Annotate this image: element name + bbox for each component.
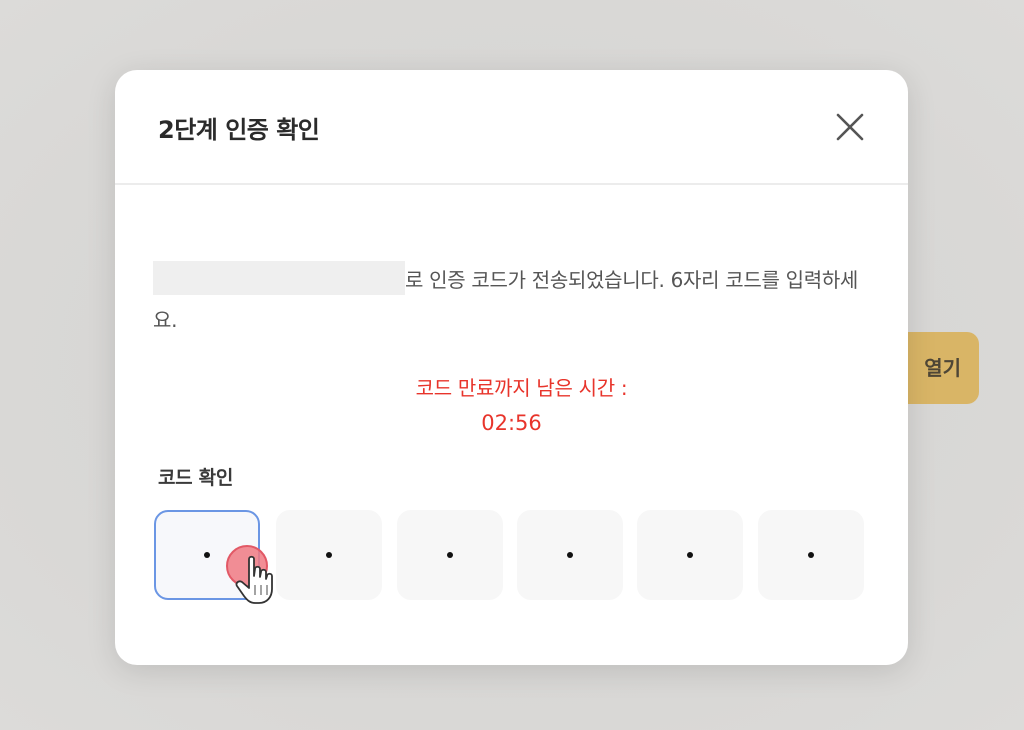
code-digit-3[interactable]	[397, 510, 503, 600]
digit-dot	[567, 552, 573, 558]
code-inputs	[154, 510, 866, 602]
digit-dot	[326, 552, 332, 558]
close-icon	[836, 113, 864, 141]
timer-value: 02:56	[481, 411, 542, 435]
code-digit-4[interactable]	[517, 510, 623, 600]
timer-label: 코드 만료까지 남은 시간 :	[415, 376, 628, 400]
digit-dot	[808, 552, 814, 558]
two-factor-dialog: 2단계 인증 확인 로 인증 코드가 전송되었습니다. 6자리 코드를 입력하세…	[115, 70, 908, 665]
instruction-text: 로 인증 코드가 전송되었습니다. 6자리 코드를 입력하세요.	[153, 260, 873, 340]
code-digit-5[interactable]	[637, 510, 743, 600]
code-digit-6[interactable]	[758, 510, 864, 600]
dialog-title: 2단계 인증 확인	[158, 116, 320, 144]
code-digit-1[interactable]	[154, 510, 260, 600]
digit-dot	[687, 552, 693, 558]
masked-email	[153, 261, 405, 295]
digit-dot	[204, 552, 210, 558]
code-label: 코드 확인	[158, 467, 234, 489]
digit-dot	[447, 552, 453, 558]
code-digit-2[interactable]	[276, 510, 382, 600]
close-button[interactable]	[833, 110, 867, 144]
dialog-header: 2단계 인증 확인	[115, 70, 908, 185]
